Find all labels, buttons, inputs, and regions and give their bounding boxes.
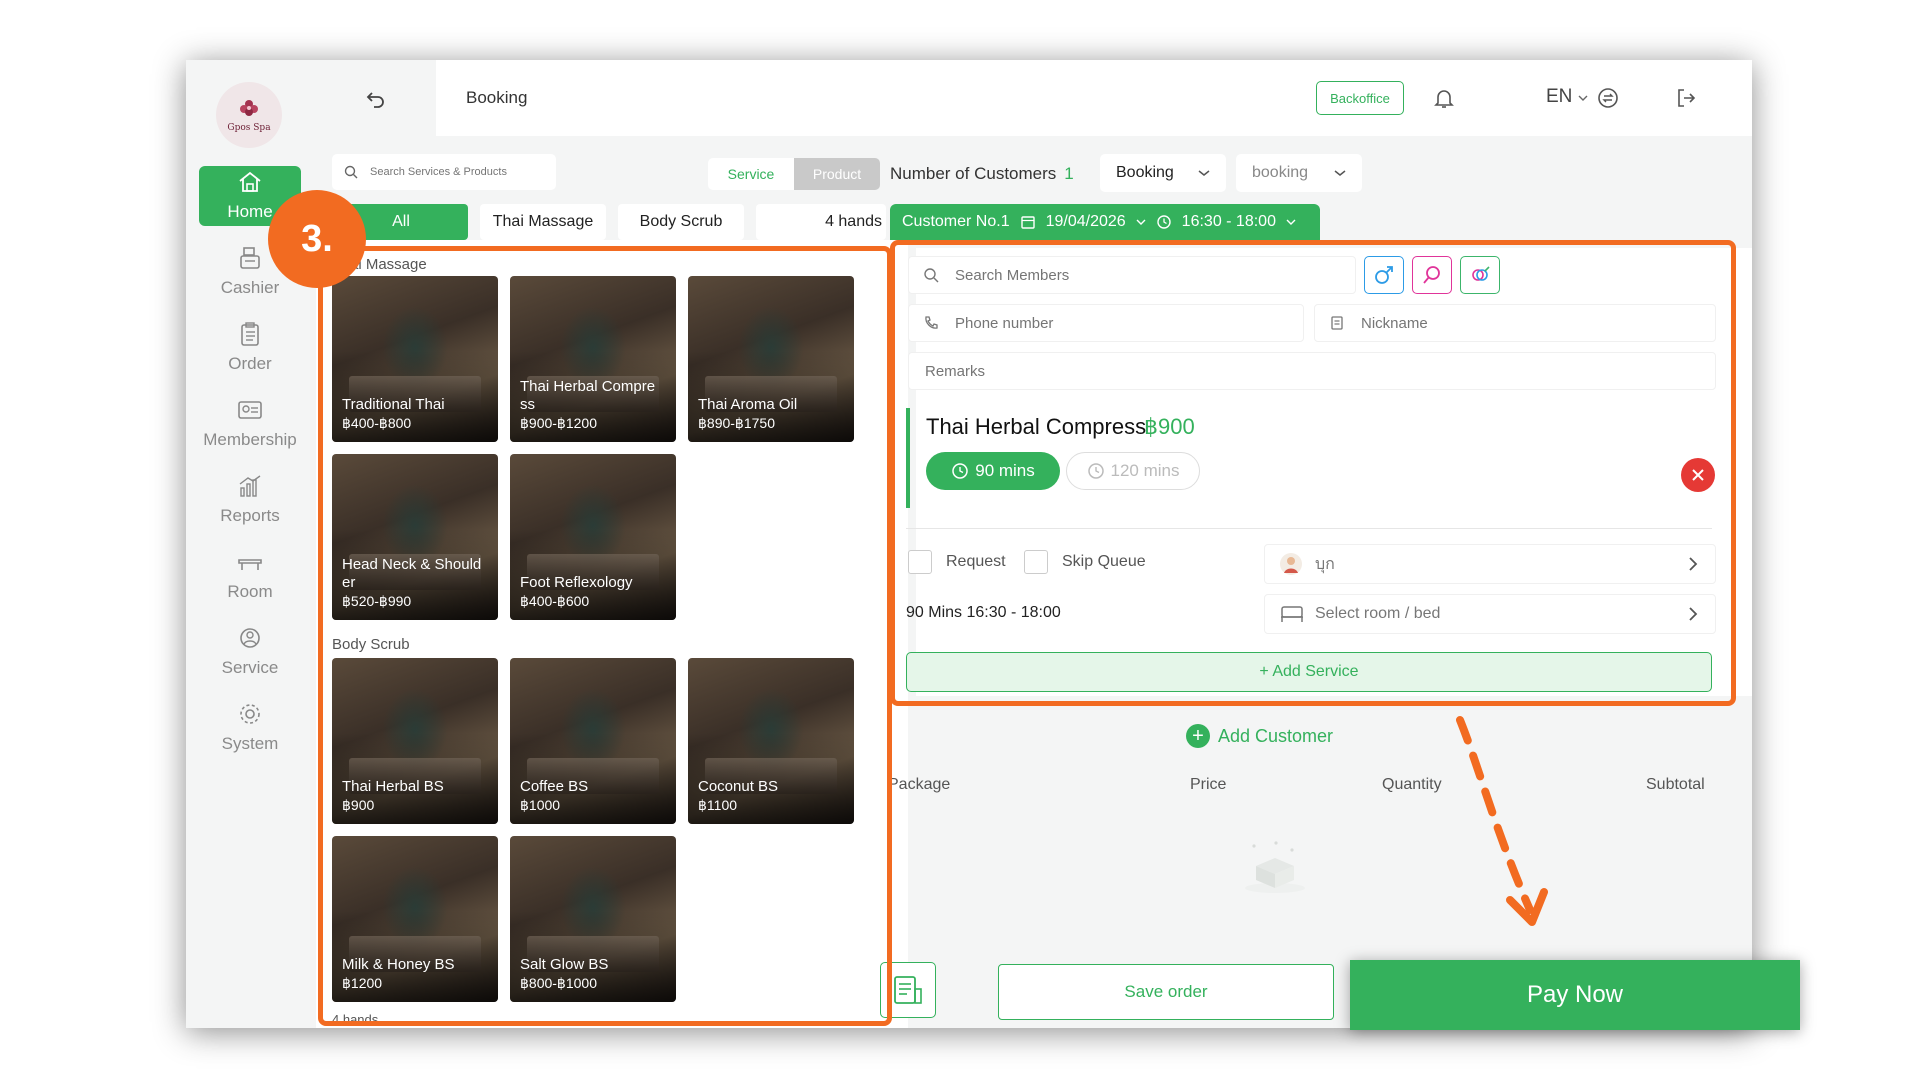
card-price: ฿400-฿600	[520, 593, 590, 609]
highlight-box-service-grid	[318, 246, 892, 1026]
sidebar-item-label: Home	[227, 202, 273, 221]
card-name: Milk & Honey BS	[342, 956, 455, 973]
receipt-icon	[894, 976, 922, 1004]
card-name: Salt Glow BS	[520, 956, 609, 973]
add-customer-label: Add Customer	[1218, 725, 1334, 746]
booking-type-select[interactable]: Booking	[1100, 154, 1226, 192]
save-order-button[interactable]: Save order	[998, 964, 1334, 1020]
card-price: ฿890-฿1750	[698, 415, 775, 431]
logout-button[interactable]	[1672, 84, 1700, 112]
sidebar-item-order[interactable]: Order	[199, 318, 301, 378]
search-icon	[344, 165, 358, 179]
page-title: Booking	[466, 88, 528, 107]
calendar-icon	[1020, 216, 1035, 229]
highlight-box-booking-form	[890, 240, 1736, 706]
logout-icon	[1678, 89, 1696, 107]
backoffice-button[interactable]: Backoffice	[1316, 81, 1404, 115]
card-price: ฿900	[342, 797, 375, 813]
category-thai-massage[interactable]: Thai Massage	[480, 204, 606, 240]
sidebar-item-label: System	[221, 734, 279, 753]
brand-logo: Gpos Spa	[216, 82, 282, 148]
card-name: Traditional Thai	[342, 396, 445, 413]
language-label: EN	[1546, 86, 1573, 107]
search-services[interactable]	[332, 154, 556, 190]
clipboard-icon	[241, 322, 259, 346]
column-package: Package	[888, 776, 951, 793]
card-name: Thai Herbal BS	[342, 778, 444, 795]
column-price: Price	[1190, 776, 1227, 793]
cashier-icon	[240, 247, 260, 269]
notification-button[interactable]	[1430, 84, 1458, 112]
bell-icon	[1434, 90, 1454, 108]
dashed-arrow-icon	[1456, 716, 1548, 926]
sidebar-item-label: Order	[228, 354, 272, 373]
sidebar-item-label: Room	[227, 582, 273, 601]
card-name: Coconut BS	[698, 778, 779, 795]
add-customer-button[interactable]: + Add Customer	[1186, 724, 1333, 748]
sidebar-item-label: Service	[221, 658, 279, 677]
membership-card-icon	[238, 401, 262, 419]
card-name: Head Neck & Should er	[342, 556, 482, 591]
chevron-down-icon	[1286, 219, 1296, 225]
undo-icon	[366, 92, 384, 108]
card-name: Thai Aroma Oil	[698, 396, 798, 413]
tab-service[interactable]: Service	[708, 158, 794, 190]
chevron-down-icon	[1578, 95, 1588, 101]
sidebar-item-label: Cashier	[220, 278, 280, 297]
chevron-down-icon	[1136, 219, 1146, 225]
logo-text: Gpos Spa	[227, 123, 271, 133]
clock-icon	[1156, 215, 1171, 229]
category-body-scrub[interactable]: Body Scrub	[618, 204, 744, 240]
booking-status-value: booking	[1252, 164, 1309, 181]
home-icon	[239, 171, 261, 192]
sidebar-item-reports[interactable]: Reports	[199, 470, 301, 530]
category-4-hands[interactable]: 4 hands	[756, 204, 886, 240]
card-price: ฿800-฿1000	[520, 975, 597, 991]
number-of-customers: Number of Customers 1	[890, 164, 1074, 184]
sidebar-item-room[interactable]: Room	[199, 546, 301, 606]
tab-product[interactable]: Product	[794, 158, 880, 190]
plus-icon: +	[1186, 724, 1210, 748]
language-selector[interactable]: EN	[1546, 86, 1588, 108]
search-input[interactable]	[370, 166, 530, 178]
sidebar-item-system[interactable]: System	[199, 698, 301, 758]
customers-label: Number of Customers	[890, 164, 1057, 183]
card-price: ฿1200	[342, 975, 383, 991]
empty-box-icon	[1245, 841, 1305, 893]
service-icon	[240, 628, 260, 648]
booking-date[interactable]: 19/04/2026	[1046, 213, 1126, 231]
card-name: Foot Reflexology	[520, 574, 633, 591]
card-name: Coffee BS	[520, 778, 589, 795]
card-price: ฿520-฿990	[342, 593, 412, 609]
chart-icon	[239, 475, 261, 497]
sidebar-item-membership[interactable]: Membership	[199, 394, 301, 454]
back-button[interactable]	[316, 60, 436, 136]
card-price: ฿900-฿1200	[520, 415, 597, 431]
customer-tab[interactable]: Customer No.1 19/04/2026 16:30 - 18:00	[890, 204, 1320, 240]
booking-status-select[interactable]: booking	[1236, 154, 1362, 192]
sidebar-item-service[interactable]: Service	[199, 622, 301, 682]
swap-icon	[1598, 88, 1618, 108]
booking-time[interactable]: 16:30 - 18:00	[1182, 213, 1276, 231]
step-badge: 3.	[268, 190, 366, 288]
card-price: ฿1000	[520, 797, 561, 813]
switch-button[interactable]	[1594, 84, 1622, 112]
chevron-down-icon	[1334, 170, 1346, 176]
booking-type-value: Booking	[1116, 164, 1174, 181]
sidebar-item-label: Membership	[203, 430, 297, 449]
gear-icon	[240, 704, 260, 724]
flower-logo-icon	[240, 100, 258, 116]
sidebar-item-label: Reports	[220, 506, 280, 525]
customers-count: 1	[1064, 164, 1074, 183]
card-name: Thai Herbal Compre ss	[520, 378, 656, 413]
top-bar: Booking Backoffice EN	[316, 60, 1752, 136]
chevron-down-icon	[1198, 170, 1210, 176]
card-price: ฿400-฿800	[342, 415, 412, 431]
pay-now-button[interactable]: Pay Now	[1350, 960, 1800, 1030]
bed-icon	[238, 559, 262, 570]
card-price: ฿1100	[698, 797, 738, 813]
customer-tab-label: Customer No.1	[902, 213, 1010, 230]
column-quantity: Quantity	[1382, 776, 1442, 793]
column-subtotal: Subtotal	[1646, 776, 1705, 793]
